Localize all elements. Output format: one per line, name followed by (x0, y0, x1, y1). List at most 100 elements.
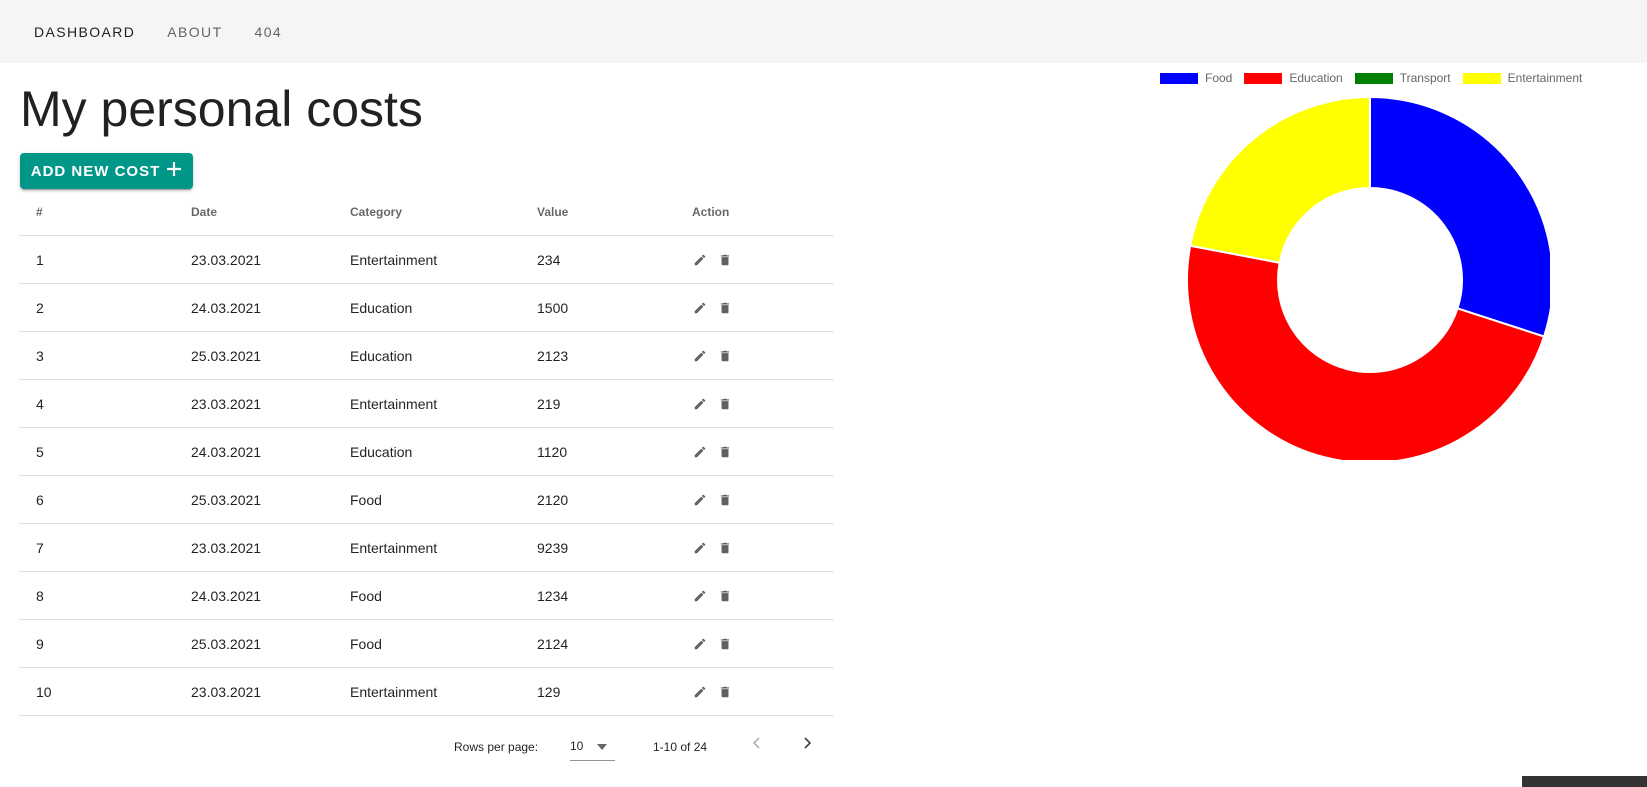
chevron-left-icon (749, 737, 765, 754)
cell-number: 1 (36, 251, 44, 268)
cell-category: Entertainment (350, 395, 438, 412)
legend-item[interactable]: Food (1160, 71, 1232, 85)
chevron-right-icon (799, 737, 815, 754)
trash-icon[interactable] (717, 252, 733, 268)
cell-date: 24.03.2021 (191, 299, 262, 316)
add-new-cost-label: ADD NEW COST (30, 162, 161, 180)
nav-item-404[interactable]: 404 (255, 24, 283, 40)
trash-icon[interactable] (717, 684, 733, 700)
legend-label: Education (1289, 71, 1343, 85)
cell-category: Food (350, 491, 382, 508)
cell-category: Food (350, 587, 382, 604)
corner-widget (1522, 776, 1647, 787)
cell-value: 9239 (537, 539, 569, 556)
table-row: 1 23.03.2021 Entertainment 234 (19, 236, 834, 284)
legend-item[interactable]: Education (1244, 71, 1343, 85)
previous-page-button[interactable] (749, 735, 765, 754)
cell-value: 2124 (537, 635, 569, 652)
pencil-icon[interactable] (692, 444, 708, 460)
table-header: # Date Category Value Action (19, 188, 834, 236)
cell-actions (692, 444, 834, 460)
pencil-icon[interactable] (692, 396, 708, 412)
cell-date: 23.03.2021 (191, 395, 262, 412)
table-body: 1 23.03.2021 Entertainment 234 2 24.03.2021 Ed… (19, 236, 834, 716)
legend-label: Food (1205, 71, 1233, 85)
nav-tabs: DASHBOARD ABOUT 404 (34, 24, 314, 40)
pencil-icon[interactable] (692, 252, 708, 268)
cell-category: Entertainment (350, 683, 438, 700)
pencil-icon[interactable] (692, 300, 708, 316)
add-new-cost-button[interactable]: ADD NEW COST (20, 153, 193, 189)
top-app-bar: DASHBOARD ABOUT 404 (0, 0, 1647, 63)
trash-icon[interactable] (717, 492, 733, 508)
legend-swatch (1354, 72, 1393, 84)
pencil-icon[interactable] (692, 684, 708, 700)
legend-swatch (1160, 72, 1198, 84)
table-row: 2 24.03.2021 Education 1500 (19, 284, 834, 332)
legend-item[interactable]: Transport (1354, 71, 1451, 85)
cell-date: 23.03.2021 (191, 683, 262, 700)
cell-value: 2123 (537, 347, 569, 364)
cell-date: 24.03.2021 (191, 587, 262, 604)
cell-category: Entertainment (350, 539, 438, 556)
cell-number: 6 (36, 491, 44, 508)
nav-item-about[interactable]: ABOUT (167, 24, 222, 40)
cell-number: 7 (36, 539, 44, 556)
cell-actions (692, 492, 834, 508)
rows-per-page-value: 10 (570, 739, 584, 753)
pencil-icon[interactable] (692, 348, 708, 364)
cell-number: 8 (36, 587, 44, 604)
cell-actions (692, 540, 834, 556)
cell-category: Education (350, 347, 413, 364)
cell-number: 5 (36, 443, 44, 460)
trash-icon[interactable] (717, 300, 733, 316)
chart-legend: Food Education Transport Entertainment (1160, 71, 1594, 85)
nav-item-dashboard[interactable]: DASHBOARD (34, 24, 135, 40)
trash-icon[interactable] (717, 588, 733, 604)
legend-swatch (1462, 72, 1501, 84)
cell-number: 4 (36, 395, 44, 412)
trash-icon[interactable] (717, 540, 733, 556)
costs-doughnut-chart (1186, 95, 1550, 460)
cell-category: Food (350, 635, 382, 652)
next-page-button[interactable] (799, 735, 815, 754)
costs-table: # Date Category Value Action 1 23.03.2021… (19, 188, 834, 716)
cell-category: Education (350, 443, 413, 460)
page-title: My personal costs (20, 81, 423, 137)
table-row: 3 25.03.2021 Education 2123 (19, 332, 834, 380)
table-row: 9 25.03.2021 Food 2124 (19, 620, 834, 668)
cell-date: 25.03.2021 (191, 635, 262, 652)
caret-down-icon (597, 739, 608, 753)
cell-date: 23.03.2021 (191, 539, 262, 556)
pagination-range: 1-10 of 24 (653, 740, 708, 754)
header-category: Category (350, 204, 403, 219)
cell-category: Entertainment (350, 251, 438, 268)
table-row: 8 24.03.2021 Food 1234 (19, 572, 834, 620)
cell-value: 1500 (537, 299, 569, 316)
cell-date: 23.03.2021 (191, 251, 262, 268)
chart-slice-food[interactable] (1369, 95, 1550, 338)
table-row: 4 23.03.2021 Entertainment 219 (19, 380, 834, 428)
legend-swatch (1244, 72, 1283, 84)
cell-date: 25.03.2021 (191, 347, 262, 364)
legend-item[interactable]: Entertainment (1462, 71, 1582, 85)
cell-value: 2120 (537, 491, 569, 508)
pencil-icon[interactable] (692, 636, 708, 652)
legend-label: Transport (1399, 71, 1451, 85)
trash-icon[interactable] (717, 396, 733, 412)
rows-per-page-label: Rows per page: (454, 740, 539, 754)
trash-icon[interactable] (717, 444, 733, 460)
rows-per-page-select[interactable]: 10 (570, 732, 615, 761)
trash-icon[interactable] (717, 348, 733, 364)
chart-slice-entertainment[interactable] (1189, 95, 1371, 264)
pencil-icon[interactable] (692, 492, 708, 508)
trash-icon[interactable] (717, 636, 733, 652)
pencil-icon[interactable] (692, 588, 708, 604)
cell-actions (692, 300, 834, 316)
cell-actions (692, 684, 834, 700)
cell-actions (692, 252, 834, 268)
cell-actions (692, 348, 834, 364)
cell-actions (692, 588, 834, 604)
pencil-icon[interactable] (692, 540, 708, 556)
plus-icon (166, 158, 182, 182)
